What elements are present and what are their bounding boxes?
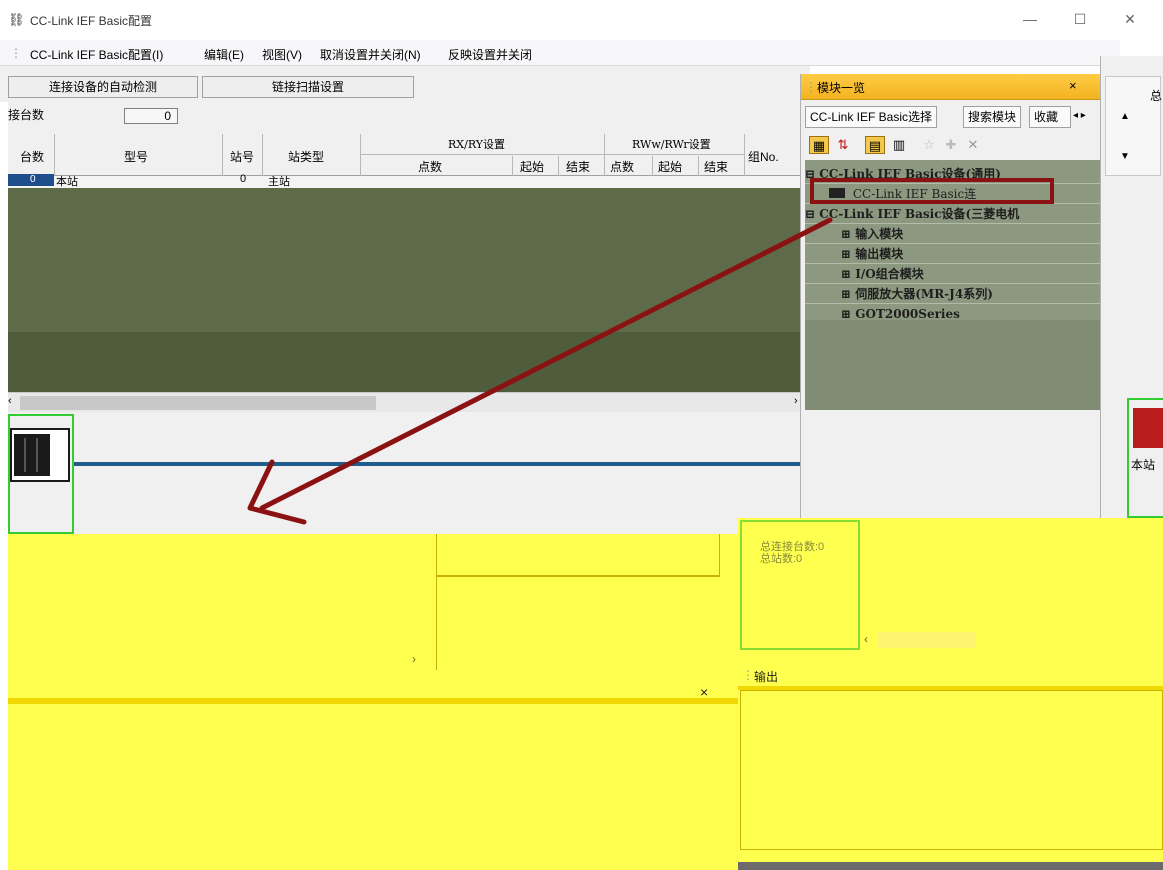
annotation-arrow xyxy=(247,217,833,525)
